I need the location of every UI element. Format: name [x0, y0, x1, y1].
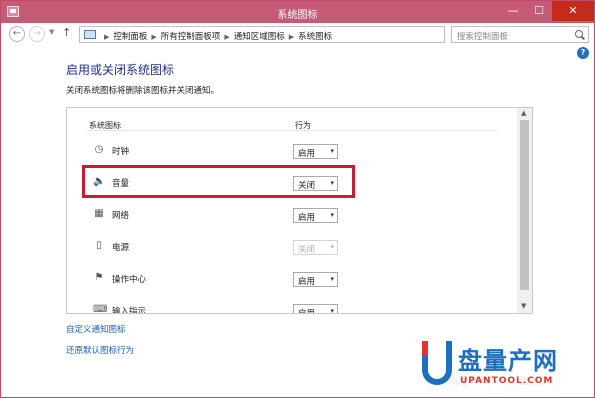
scroll-down-icon[interactable]: ▼ — [521, 302, 526, 310]
list-item-action-center: ⚑ 操作中心 启用 ▾ — [67, 264, 517, 296]
search-icon[interactable] — [575, 30, 583, 38]
scroll-up-icon[interactable]: ▲ — [521, 109, 526, 117]
list-item-input-indicator: ⌨ 输入指示 启用 ▾ — [67, 296, 517, 314]
address-bar[interactable]: ▶控制面板▶所有控制面板项▶通知区域图标▶系统图标 ▼ ↻ — [79, 26, 514, 43]
power-icon: ▯ — [96, 240, 102, 251]
breadcrumb-separator-icon[interactable]: ▶ — [289, 33, 294, 41]
behavior-select-input-indicator[interactable]: 启用 ▾ — [293, 304, 338, 314]
title-bar: 系统图标 — ☐ ✕ — [1, 1, 594, 23]
behavior-select-clock[interactable]: 启用 ▾ — [293, 144, 338, 159]
u-logo-icon — [422, 341, 452, 385]
watermark-brand: 盘量产网 — [458, 347, 558, 375]
watermark-url: UPANTOOL.COM — [460, 376, 554, 386]
volume-highlight-box — [82, 165, 355, 198]
network-icon: ▦ — [94, 208, 104, 219]
select-value: 启用 — [298, 309, 316, 314]
breadcrumb-separator-icon: ▶ — [104, 33, 110, 41]
page-description: 关闭系统图标将删除该图标并关闭通知。 — [66, 86, 220, 96]
breadcrumb-item[interactable]: 所有控制面板项 — [161, 32, 221, 42]
select-value: 启用 — [298, 213, 316, 223]
chevron-down-icon: ▾ — [330, 307, 334, 314]
vertical-scrollbar[interactable]: ▲ ▼ — [517, 108, 532, 313]
keyboard-icon: ⌨ — [93, 304, 108, 314]
back-button[interactable]: ← — [9, 26, 25, 42]
page-title: 启用或关闭系统图标 — [66, 63, 175, 77]
chevron-down-icon: ▾ — [330, 243, 334, 251]
select-value: 启用 — [298, 277, 316, 287]
chevron-down-icon: ▾ — [330, 275, 334, 283]
chevron-down-icon: ▾ — [330, 211, 334, 219]
search-input[interactable]: 搜索控制面板 — [457, 30, 508, 42]
behavior-select-power: 关闭 ▾ — [293, 240, 338, 255]
list-item-label: 操作中心 — [112, 275, 147, 285]
flag-icon: ⚑ — [94, 272, 104, 283]
system-icons-window: 系统图标 — ☐ ✕ ← → ▼ ↑ ▶ 控制面板 ▶ 所有控制面板项 ▶ 通知区域图标 ▶… — [0, 0, 595, 398]
navigation-bar: ← → ▼ ↑ ▶控制面板▶所有控制面板项▶通知区域图标▶系统图标 ▼ ↻ 搜索… — [1, 23, 594, 45]
up-button[interactable]: ↑ — [62, 26, 71, 39]
restore-default-icon-behavior-link[interactable]: 还原默认图标行为 — [66, 344, 134, 356]
help-icon[interactable]: ? — [577, 47, 589, 59]
customize-notification-icons-link[interactable]: 自定义通知图标 — [66, 323, 126, 335]
watermark-logo: 盘量产网 UPANTOOL.COM — [418, 339, 593, 397]
list-item-label: 输入指示 — [112, 307, 147, 314]
list-item-clock: ◷ 时钟 启用 ▾ — [67, 136, 517, 168]
behavior-select-action-center[interactable]: 启用 ▾ — [293, 272, 338, 287]
close-button[interactable]: ✕ — [552, 1, 594, 21]
breadcrumb-separator-icon[interactable]: ▶ — [151, 33, 156, 41]
search-box[interactable]: 搜索控制面板 — [451, 26, 589, 43]
list-item-label: 电源 — [112, 243, 130, 253]
breadcrumb-separator-icon[interactable]: ▶ — [224, 33, 229, 41]
behavior-select-network[interactable]: 启用 ▾ — [293, 208, 338, 223]
header-divider — [87, 130, 497, 131]
breadcrumb-item[interactable]: 通知区域图标 — [234, 32, 285, 42]
breadcrumb-item[interactable]: 控制面板 — [113, 32, 147, 42]
minimize-button[interactable]: — — [500, 1, 526, 21]
system-icons-list: 系统图标 行为 ◷ 时钟 启用 ▾ 🔈 音量 关闭 ▾ ▦ 网络 启用 ▾ ▯ 电源 … — [66, 107, 533, 314]
recent-locations-chevron-icon[interactable]: ▼ — [49, 28, 54, 36]
list-item-network: ▦ 网络 启用 ▾ — [67, 200, 517, 232]
scrollbar-thumb[interactable] — [520, 120, 529, 290]
chevron-down-icon: ▾ — [330, 147, 334, 155]
clock-icon: ◷ — [94, 144, 104, 155]
breadcrumb-item[interactable]: 系统图标 — [298, 32, 332, 42]
list-item-label: 网络 — [112, 211, 130, 221]
list-item-label: 时钟 — [112, 147, 130, 157]
control-panel-icon — [84, 30, 96, 39]
forward-button[interactable]: → — [29, 26, 45, 42]
select-value: 启用 — [298, 149, 316, 159]
maximize-button[interactable]: ☐ — [526, 1, 552, 21]
select-value: 关闭 — [298, 245, 316, 255]
list-item-power: ▯ 电源 关闭 ▾ — [67, 232, 517, 264]
breadcrumb: ▶ 控制面板 ▶ 所有控制面板项 ▶ 通知区域图标 ▶ 系统图标 — [100, 30, 332, 42]
